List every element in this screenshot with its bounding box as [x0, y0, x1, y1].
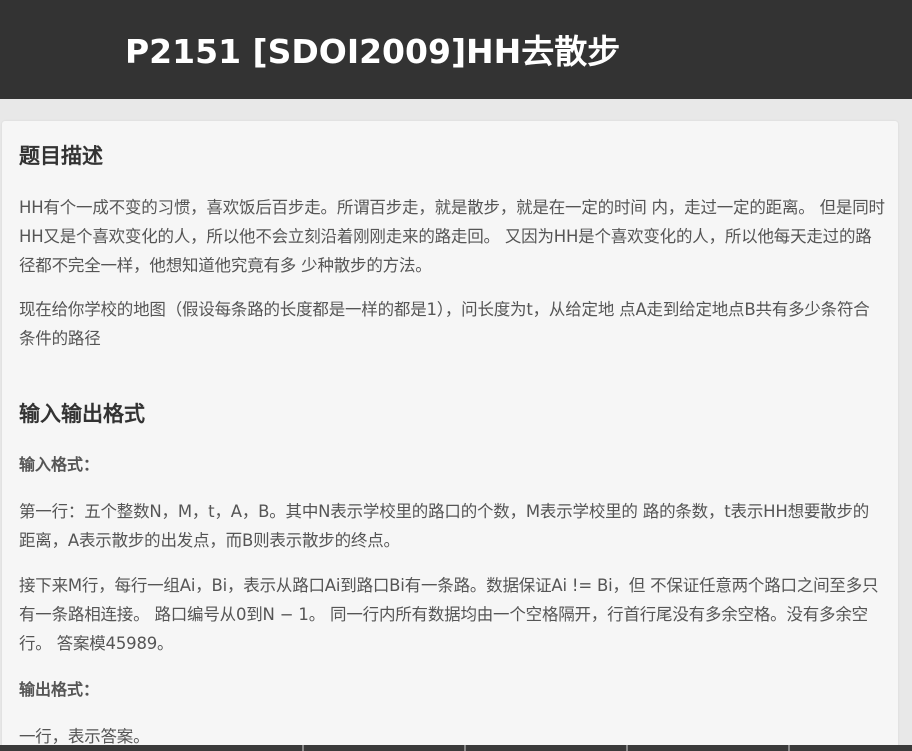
toolbar-divider: [302, 745, 304, 751]
description-heading: 题目描述: [19, 144, 103, 168]
description-paragraph-2: 现在给你学校的地图（假设每条路的长度都是一样的都是1），问长度为t，从给定地 点…: [19, 300, 870, 348]
description-paragraph-1: HH有个一成不变的习惯，喜欢饭后百步走。所谓百步走，就是散步，就是在一定的时间 …: [19, 198, 885, 275]
toolbar-divider: [464, 745, 466, 751]
problem-card: 题目描述 HH有个一成不变的习惯，喜欢饭后百步走。所谓百步走，就是散步，就是在一…: [2, 121, 898, 751]
toolbar-divider: [788, 745, 790, 751]
problem-title: P2151 [SDOI2009]HH去散步: [125, 32, 621, 71]
input-paragraph-1: 第一行：五个整数N，M，t，A，B。其中N表示学校里的路口的个数，M表示学校里的…: [19, 502, 870, 550]
input-paragraph-2: 接下来M行，每行一组Ai，Bi，表示从路口Ai到路口Bi有一条路。数据保证Ai …: [19, 576, 879, 653]
page-header: P2151 [SDOI2009]HH去散步: [0, 0, 912, 99]
toolbar-divider: [626, 745, 628, 751]
bottom-toolbar-edge: [0, 745, 912, 751]
output-format-heading: 输出格式：: [19, 680, 100, 699]
io-format-heading: 输入输出格式: [19, 402, 145, 426]
input-format-heading: 输入格式：: [19, 455, 100, 474]
